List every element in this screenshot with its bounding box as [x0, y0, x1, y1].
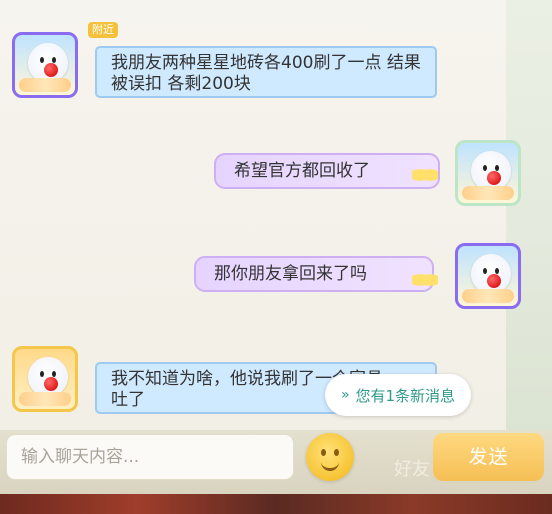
bow-decoration: [412, 270, 438, 290]
message-bubble: 那你朋友拿回来了吗: [194, 256, 434, 292]
new-message-label: 您有1条新消息: [355, 386, 456, 405]
chat-area[interactable]: 附近 我朋友两种星星地砖各400刷了一点 结果被误扣 各剩200块 希望官方都回…: [0, 0, 552, 430]
avatar[interactable]: [455, 140, 521, 206]
avatar-face: [28, 43, 68, 83]
message-bubble: 我朋友两种星星地砖各400刷了一点 结果被误扣 各剩200块: [95, 46, 437, 98]
smile-emoji-icon[interactable]: [306, 433, 354, 481]
chat-input[interactable]: 输入聊天内容...: [6, 434, 294, 480]
bottom-background: [0, 494, 552, 514]
friends-text: 好友: [394, 459, 430, 480]
avatar[interactable]: [12, 32, 78, 98]
chevron-double-down-icon: »: [340, 387, 350, 403]
nearby-tag: 附近: [88, 22, 118, 38]
bow-decoration: [412, 165, 438, 185]
message-bubble: 希望官方都回收了: [214, 153, 440, 189]
new-message-notice[interactable]: » 您有1条新消息: [325, 374, 471, 416]
avatar[interactable]: [455, 243, 521, 309]
send-button[interactable]: 发送: [433, 433, 544, 481]
background-decoration: [506, 0, 552, 430]
avatar[interactable]: [12, 346, 78, 412]
